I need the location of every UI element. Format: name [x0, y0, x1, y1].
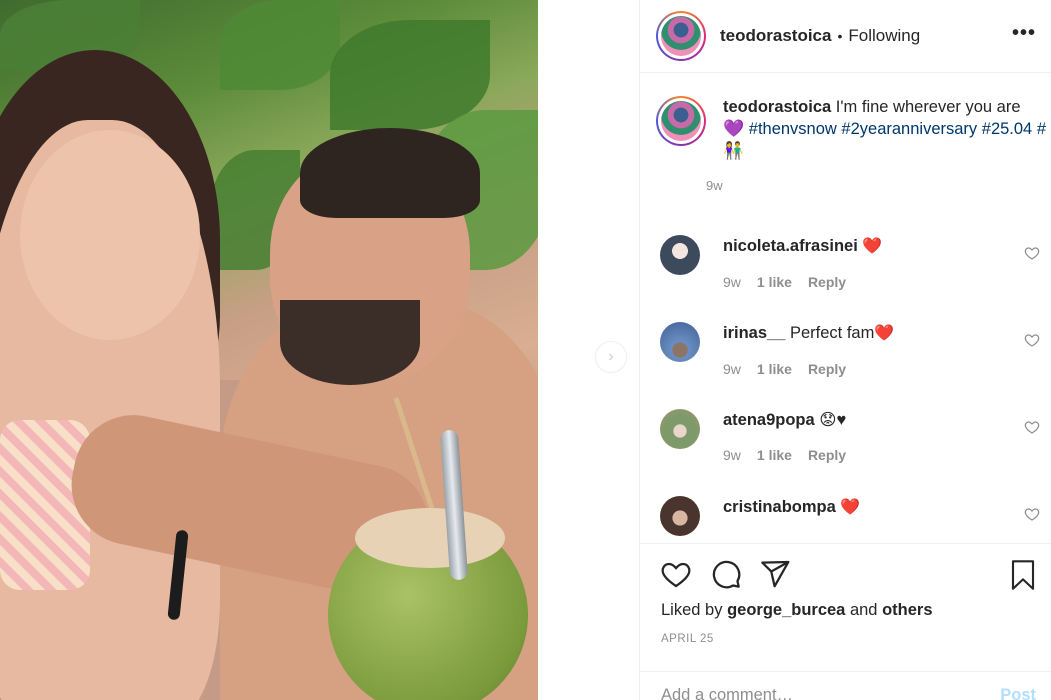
foliage — [220, 0, 340, 90]
like-comment-heart-icon[interactable] — [1024, 506, 1040, 522]
reply-button[interactable]: Reply — [808, 447, 846, 463]
hashtag-link[interactable]: # — [1037, 120, 1046, 138]
comment-timestamp[interactable]: 9w — [723, 274, 741, 290]
save-bookmark-icon[interactable] — [1008, 558, 1038, 592]
share-paper-plane-icon[interactable] — [759, 558, 791, 590]
chevron-right-icon: › — [608, 348, 614, 365]
caption-username[interactable]: teodorastoica — [723, 98, 831, 116]
following-button[interactable]: Following — [848, 26, 920, 46]
comment-timestamp[interactable]: 9w — [723, 361, 741, 377]
caption-timestamp[interactable]: 9w — [706, 178, 1046, 193]
post-comment-button[interactable]: Post — [1000, 686, 1036, 700]
next-photo-button[interactable]: › — [595, 341, 627, 373]
hashtag-link[interactable]: #thenvsnow — [749, 120, 837, 138]
purple-heart-icon: 💜 — [723, 119, 745, 138]
like-comment-heart-icon[interactable] — [1024, 245, 1040, 261]
like-comment-heart-icon[interactable] — [1024, 419, 1040, 435]
caption-text: teodorastoica I'm fine wherever you are … — [723, 96, 1046, 162]
caption-avatar[interactable] — [656, 96, 706, 146]
comment-username[interactable]: nicoleta.afrasinei — [723, 237, 858, 255]
coconut-top — [355, 508, 505, 568]
liked-by-prefix: Liked by — [661, 601, 723, 619]
caption-body: I'm fine wherever you are — [835, 98, 1021, 116]
couple-icon: 👫 — [723, 142, 744, 160]
avatar[interactable] — [656, 11, 706, 61]
liked-by-and: and — [849, 601, 878, 619]
hashtag-link[interactable]: #25.04 — [982, 120, 1032, 138]
heart-emoji-icon: ❤️ — [862, 238, 883, 255]
comment-text: Perfect fam — [789, 324, 875, 342]
post-actions: Liked by george_burcea and others APRIL … — [640, 543, 1051, 700]
more-options-icon[interactable]: ••• — [1012, 22, 1036, 45]
comment-timestamp[interactable]: 9w — [723, 447, 741, 463]
liked-by-text: Liked by george_burcea and others — [661, 601, 933, 620]
like-heart-icon[interactable] — [660, 558, 692, 590]
comment-likes[interactable]: 1 like — [757, 447, 792, 463]
worried-face-icon: 😟♥ — [819, 411, 847, 429]
add-comment-bar: Add a comment… Post — [640, 671, 1051, 700]
heart-emoji-icon: ❤️ — [874, 325, 895, 342]
comment-likes[interactable]: 1 like — [757, 361, 792, 377]
comment-username[interactable]: irinas__ — [723, 324, 785, 342]
comment-username[interactable]: atena9popa — [723, 411, 815, 429]
avatar[interactable] — [660, 235, 700, 275]
liked-by-others-link[interactable]: others — [882, 601, 932, 619]
separator-dot: • — [837, 28, 843, 44]
man-hair — [300, 128, 480, 218]
profile-picture — [661, 101, 701, 141]
post-username[interactable]: teodorastoica — [720, 26, 831, 46]
comment-bubble-icon[interactable] — [710, 558, 742, 590]
comments-list[interactable]: nicoleta.afrasinei ❤️ 9w 1 like Reply ir… — [640, 223, 1051, 543]
comment-username[interactable]: cristinabompa — [723, 498, 836, 516]
post-date[interactable]: APRIL 25 — [661, 633, 714, 645]
post-photo[interactable] — [0, 0, 538, 700]
man-beard — [280, 300, 420, 385]
liked-by-username[interactable]: george_burcea — [727, 601, 845, 619]
reply-button[interactable]: Reply — [808, 361, 846, 377]
woman-face — [20, 130, 200, 340]
avatar[interactable] — [660, 409, 700, 449]
comment-likes[interactable]: 1 like — [757, 274, 792, 290]
like-comment-heart-icon[interactable] — [1024, 332, 1040, 348]
hashtag-link[interactable]: #2yearanniversary — [841, 120, 977, 138]
heart-emoji-icon: ❤️ — [840, 499, 861, 516]
profile-picture — [661, 16, 701, 56]
post-header: teodorastoica • Following ••• — [640, 0, 1051, 73]
action-icons-row — [660, 558, 1040, 592]
reply-button[interactable]: Reply — [808, 274, 846, 290]
add-comment-input[interactable]: Add a comment… — [661, 686, 793, 700]
avatar[interactable] — [660, 322, 700, 362]
post-side-panel: teodorastoica • Following ••• teodorasto… — [639, 0, 1051, 700]
avatar[interactable] — [660, 496, 700, 536]
post-caption: teodorastoica I'm fine wherever you are … — [656, 96, 1046, 193]
